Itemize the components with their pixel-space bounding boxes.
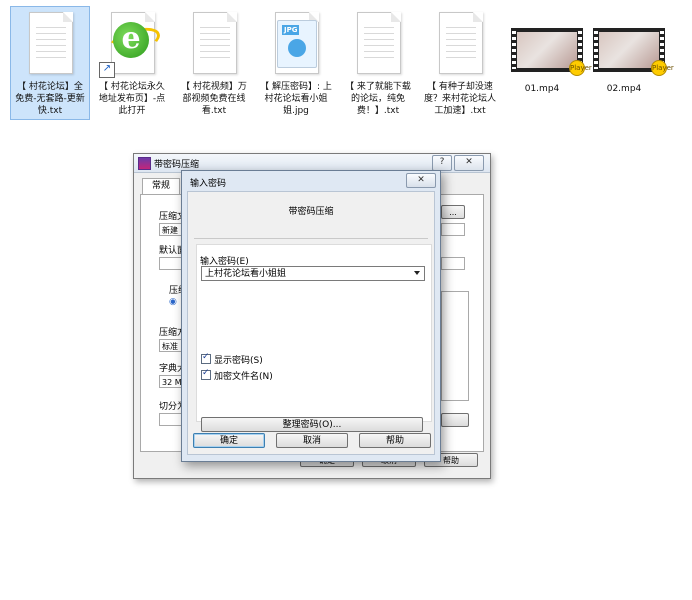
text-file-icon xyxy=(183,10,245,76)
cancel-button[interactable]: 取消 xyxy=(276,433,348,448)
archive-options-box xyxy=(441,291,469,401)
player-badge-icon: Player xyxy=(569,60,592,76)
show-password-checkbox[interactable]: 显示密码(S) xyxy=(201,352,263,367)
file-item-video-2[interactable]: Player 02.mp4 xyxy=(584,6,674,120)
file-label: 【 村花视频】万部视频免费在线看.txt xyxy=(181,82,247,116)
password-dialog-title: 输入密码 xyxy=(190,179,227,189)
chevron-down-icon[interactable] xyxy=(414,271,420,275)
jpg-file-icon: JPG xyxy=(265,10,327,76)
show-password-label: 显示密码(S) xyxy=(214,356,263,366)
ie-shortcut-icon: e ↗ xyxy=(99,10,164,78)
file-label: 【 村花论坛】全免费-无套路-更新快.txt xyxy=(15,82,85,116)
close-button[interactable]: ✕ xyxy=(406,173,436,188)
player-badge-icon: Player xyxy=(651,60,674,76)
help-icon[interactable]: ? xyxy=(432,155,452,171)
password-dialog-titlebar: 输入密码 ✕ xyxy=(182,171,440,189)
set-password-button[interactable] xyxy=(441,413,469,427)
file-item-txt-2[interactable]: 【 村花视频】万部视频免费在线看.txt xyxy=(174,6,254,120)
winrar-icon xyxy=(138,157,151,170)
file-label: 【 来了就能下载的论坛，纯免费！】.txt xyxy=(345,82,411,116)
encrypt-filenames-label: 加密文件名(N) xyxy=(214,372,273,382)
file-item-txt-3[interactable]: 【 来了就能下载的论坛，纯免费！】.txt xyxy=(338,6,418,120)
file-item-video-1[interactable]: Player 01.mp4 xyxy=(502,6,592,120)
ok-button[interactable]: 确定 xyxy=(193,433,265,448)
tab-general[interactable]: 常规 xyxy=(142,178,180,195)
browse-button[interactable]: ... xyxy=(441,205,465,219)
checkbox-checked-icon[interactable] xyxy=(201,368,211,380)
text-file-icon xyxy=(19,10,81,76)
text-file-icon xyxy=(429,10,491,76)
video-file-icon: Player xyxy=(593,10,674,76)
text-file-icon xyxy=(347,10,409,76)
video-file-icon: Player xyxy=(511,10,592,76)
file-list: 【 村花论坛】全免费-无套路-更新快.txt e ↗ 【 村花论坛永久地址发布页… xyxy=(8,6,688,124)
close-button[interactable]: ✕ xyxy=(454,155,484,171)
file-label: 【 村花论坛永久地址发布页】-点此打开 xyxy=(98,82,166,116)
shortcut-arrow-icon: ↗ xyxy=(99,62,115,78)
file-label: 【 解压密码】: 上村花论坛看小姐姐.jpg xyxy=(260,82,332,116)
password-dialog: 输入密码 ✕ 带密码压缩 输入密码(E) 上村花论坛看小姐姐 显示密码(S) 加… xyxy=(181,170,441,462)
file-item-txt-4[interactable]: 【 有种子却没速度？来村花论坛人工加速】.txt xyxy=(420,6,500,120)
file-item-txt-1[interactable]: 【 村花论坛】全免费-无套路-更新快.txt xyxy=(10,6,90,120)
format-radio-icon[interactable]: ◉ xyxy=(169,297,177,307)
encrypt-filenames-checkbox[interactable]: 加密文件名(N) xyxy=(201,368,273,383)
password-input[interactable]: 上村花论坛看小姐姐 xyxy=(201,266,425,281)
password-dialog-body: 带密码压缩 输入密码(E) 上村花论坛看小姐姐 显示密码(S) 加密文件名(N)… xyxy=(187,191,435,455)
file-label: 【 有种子却没速度？来村花论坛人工加速】.txt xyxy=(423,82,496,116)
checkbox-checked-icon[interactable] xyxy=(201,352,211,364)
file-label: 02.mp4 xyxy=(606,84,642,94)
dialog-heading: 带密码压缩 xyxy=(288,207,334,217)
profile-select-arrow[interactable] xyxy=(441,257,465,270)
organize-passwords-button[interactable]: 整理密码(O)... xyxy=(201,417,423,432)
file-item-jpg[interactable]: JPG 【 解压密码】: 上村花论坛看小姐姐.jpg xyxy=(256,6,336,120)
update-mode-select[interactable] xyxy=(441,223,465,236)
divider xyxy=(194,238,428,239)
file-label: 01.mp4 xyxy=(524,84,560,94)
archive-dialog-title: 带密码压缩 xyxy=(154,160,200,170)
file-item-shortcut[interactable]: e ↗ 【 村花论坛永久地址发布页】-点此打开 xyxy=(92,6,172,120)
help-button[interactable]: 帮助 xyxy=(359,433,431,448)
password-value: 上村花论坛看小姐姐 xyxy=(205,269,287,279)
